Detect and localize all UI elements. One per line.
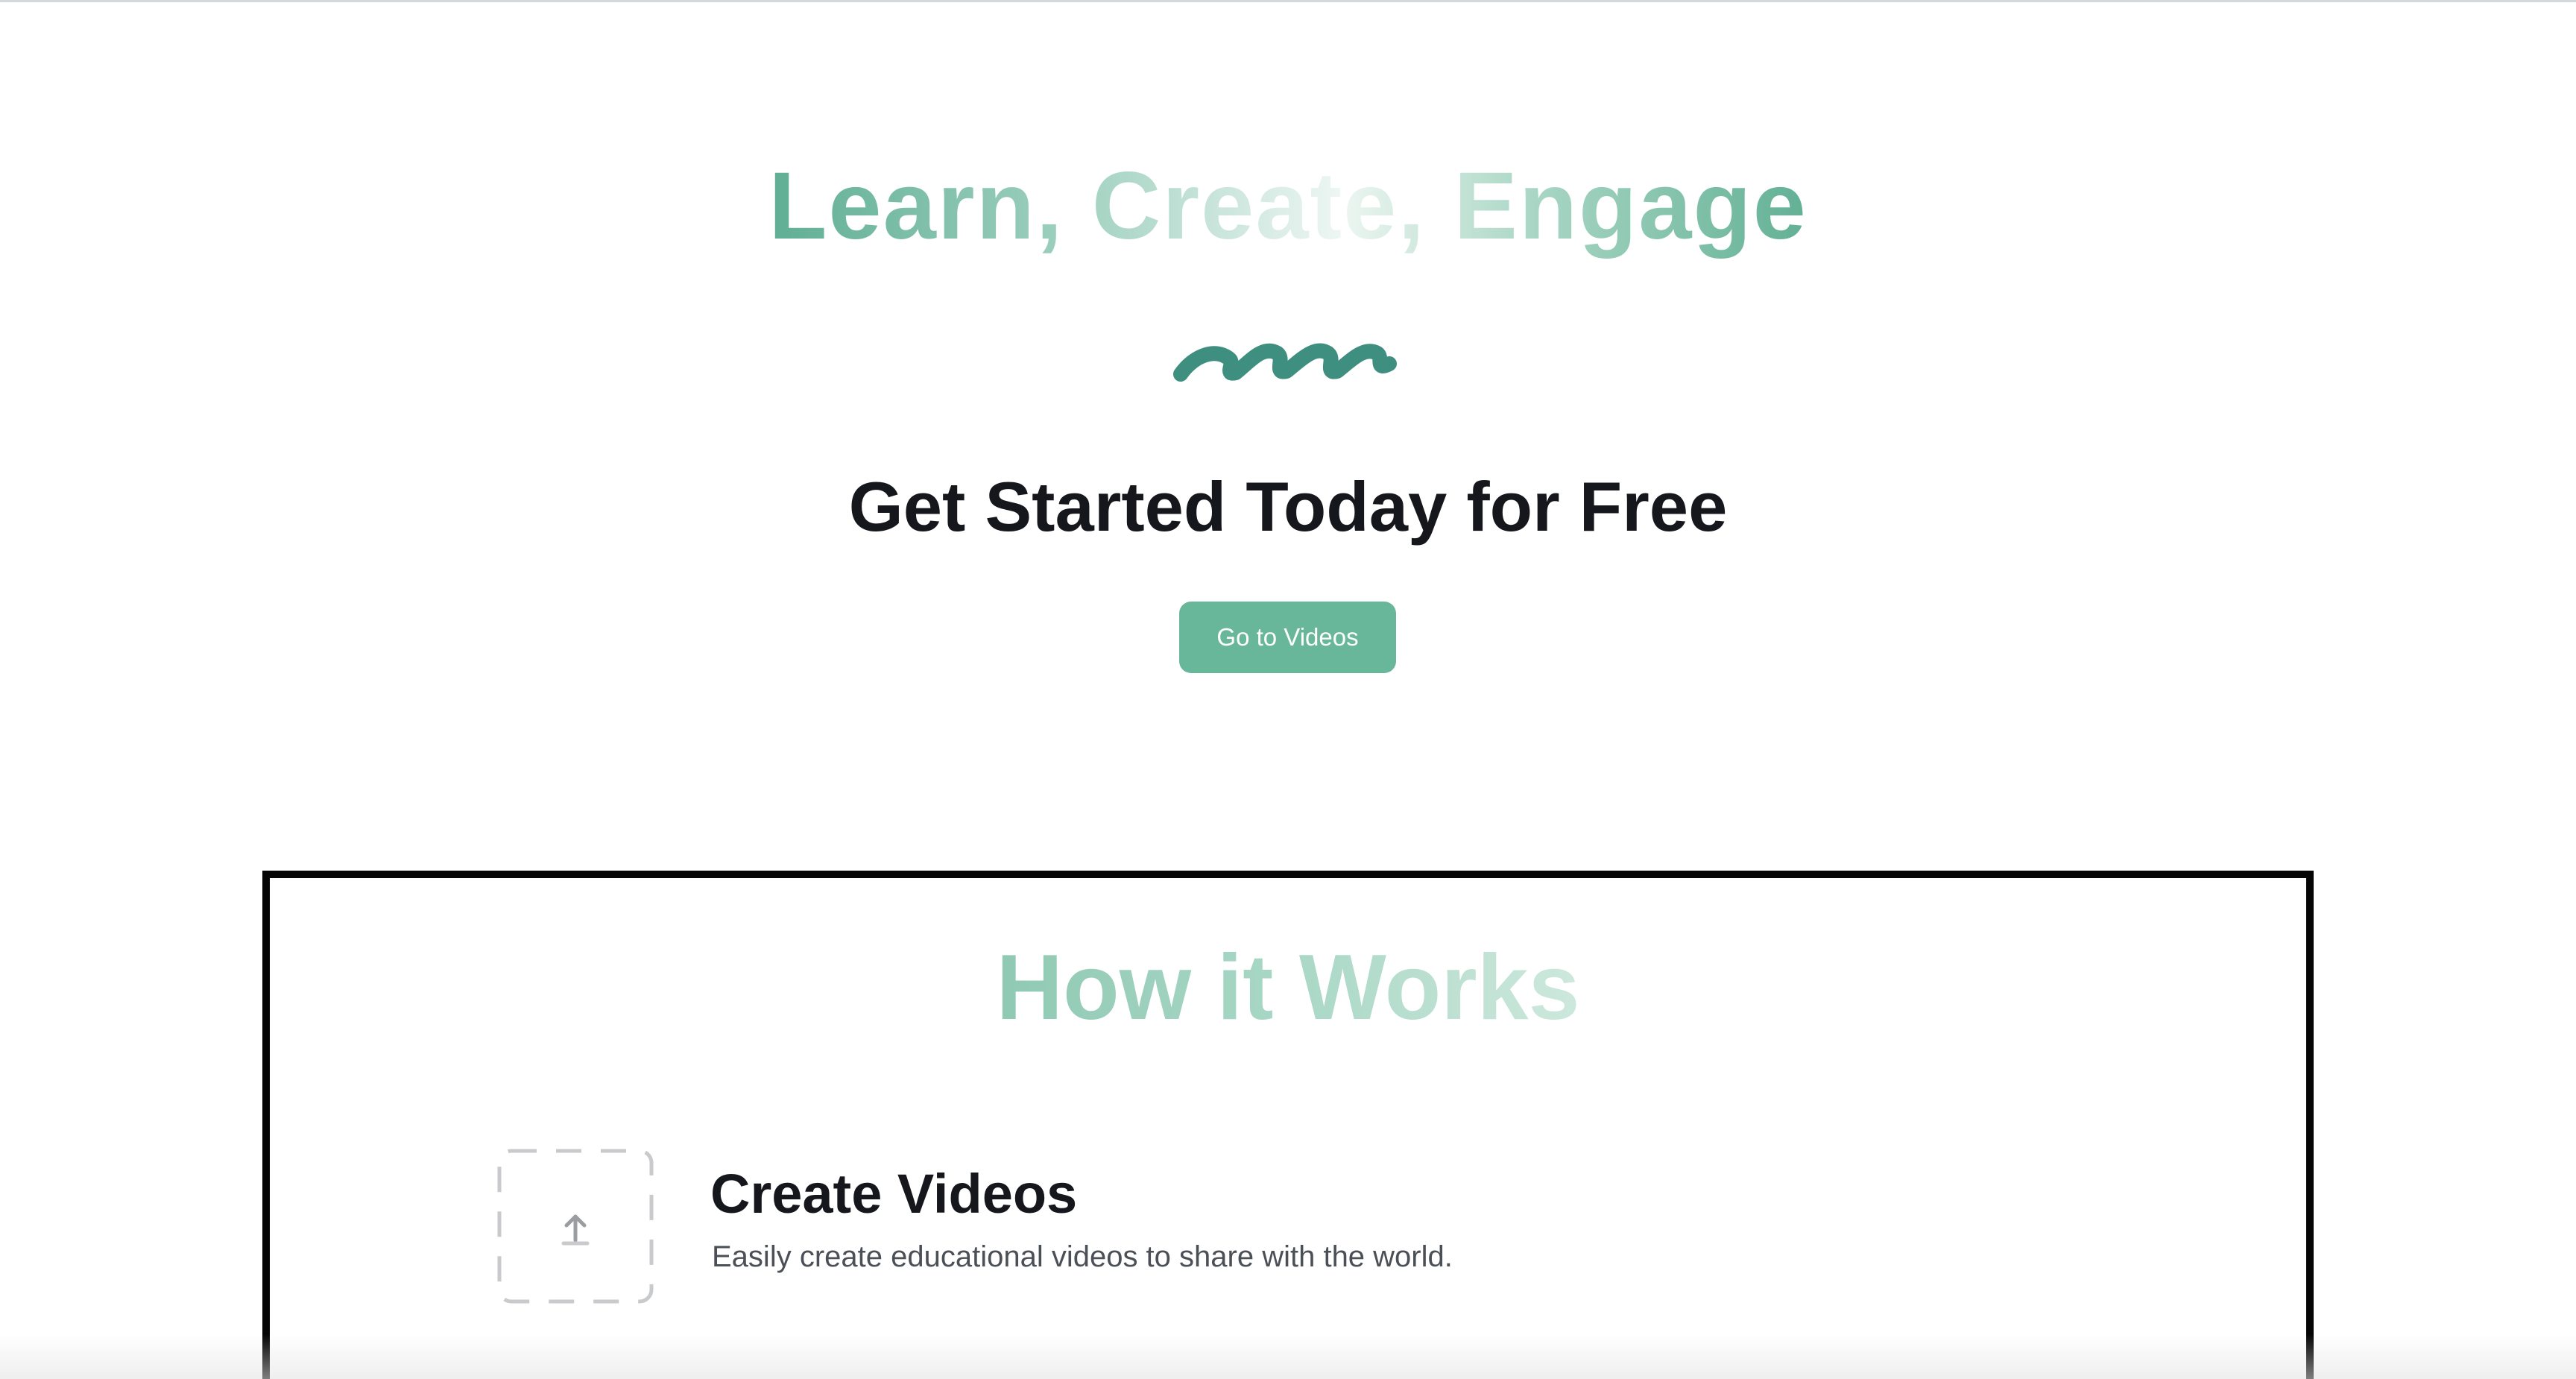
top-divider (0, 0, 2576, 2)
upload-icon (497, 1149, 654, 1304)
hero-title-text: Learn, Create, Engage (768, 153, 1808, 259)
step-description: Easily create educational videos to shar… (712, 1240, 1453, 1273)
landing-page: Learn, Create, Engage Get Started Today … (0, 0, 2576, 1379)
go-to-videos-button[interactable]: Go to Videos (1179, 602, 1396, 673)
hero-title: Learn, Create, Engage (0, 151, 2576, 262)
step-title: Create Videos (710, 1163, 1078, 1225)
squiggle-decoration-icon (1173, 343, 1397, 382)
how-it-works-title: How it Works (0, 932, 2576, 1044)
hero-subtitle: Get Started Today for Free (848, 467, 1728, 546)
how-it-works-title-text: How it Works (996, 936, 1580, 1039)
